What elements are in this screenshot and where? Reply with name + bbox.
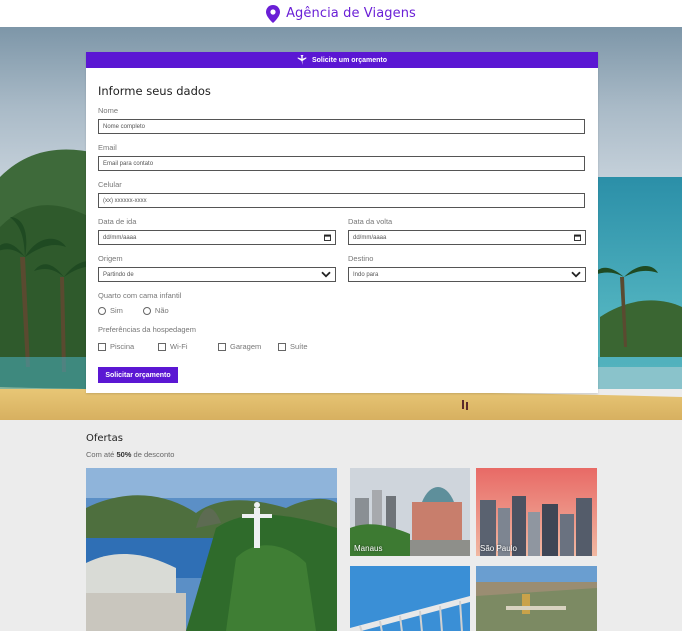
destination-select[interactable]: Indo para <box>348 267 586 282</box>
offer-tile-sao-paulo[interactable]: São Paulo <box>476 468 597 556</box>
quote-form-card: Solicite um orçamento Informe seus dados… <box>86 52 598 393</box>
pref-checkbox-pool[interactable]: Piscina <box>98 342 158 351</box>
radio-circle[interactable] <box>98 306 106 315</box>
crib-radio-group: Sim Não <box>98 306 586 315</box>
radio-label-yes: Sim <box>110 306 123 315</box>
depart-date-value: dd/mm/aaaa <box>103 234 137 241</box>
email-placeholder: Email para contato <box>103 160 154 167</box>
destination-select-value: Indo para <box>353 271 379 278</box>
request-quote-button[interactable]: Solicitar orçamento <box>98 367 178 383</box>
name-field-group: Nome Nome completo <box>98 106 586 134</box>
calendar-icon[interactable] <box>324 234 331 241</box>
offers-discount: 50% <box>116 450 132 459</box>
site-header: Agência de Viagens <box>0 0 682 27</box>
depart-date-group: Data de ida dd/mm/aaaa <box>98 217 336 245</box>
prefs-label: Preferências da hospedagem <box>98 325 196 334</box>
site-brand[interactable]: Agência de Viagens <box>286 6 416 21</box>
phone-input[interactable]: (xx) xxxxxx-xxxx <box>98 193 585 208</box>
depart-date-input[interactable]: dd/mm/aaaa <box>98 230 336 245</box>
offer-image-bridge <box>350 566 470 631</box>
radio-label-no: Não <box>154 306 169 315</box>
offer-tile-bridge[interactable] <box>350 566 470 631</box>
checkbox[interactable] <box>158 342 166 351</box>
offer-tile-manaus[interactable]: Manaus <box>350 468 470 556</box>
prefs-checkbox-group: Piscina Wi-Fi Garagem Suíte <box>98 342 586 351</box>
offers-subtitle-suffix: de desconto <box>131 450 175 459</box>
origin-select-value: Partindo de <box>103 271 134 278</box>
form-title: Informe seus dados <box>98 84 211 98</box>
offer-tile-rio[interactable] <box>86 468 337 631</box>
offer-tile-city[interactable] <box>476 566 597 631</box>
pref-label-garage: Garagem <box>230 342 262 351</box>
quote-form-banner-text: Solicite um orçamento <box>311 56 388 64</box>
chevron-down-icon <box>321 271 331 278</box>
phone-field-group: Celular (xx) xxxxxx-xxxx <box>98 180 586 208</box>
email-field-group: Email Email para contato <box>98 143 586 171</box>
checkbox[interactable] <box>278 342 286 351</box>
chevron-down-icon <box>571 271 581 278</box>
name-input[interactable]: Nome completo <box>98 119 585 134</box>
offers-subtitle-prefix: Com até <box>86 450 117 459</box>
checkbox[interactable] <box>98 342 106 351</box>
email-input[interactable]: Email para contato <box>98 156 585 171</box>
offer-image-manaus <box>350 468 470 556</box>
checkbox[interactable] <box>218 342 226 351</box>
offer-caption: São Paulo <box>480 544 517 553</box>
pref-label-suite: Suíte <box>290 342 308 351</box>
offers-section: Ofertas Com até 50% de desconto <box>86 433 174 459</box>
phone-placeholder: (xx) xxxxxx-xxxx <box>103 197 147 204</box>
offers-subtitle: Com até 50% de desconto <box>86 450 174 459</box>
offer-caption: Manaus <box>354 544 383 553</box>
pref-checkbox-wifi[interactable]: Wi-Fi <box>158 342 218 351</box>
crib-radio-yes[interactable]: Sim <box>98 306 123 315</box>
dates-row: Data de ida dd/mm/aaaa Data da volta dd/… <box>98 217 586 245</box>
destination-group: Destino Indo para <box>348 254 586 282</box>
origin-group: Origem Partindo de <box>98 254 336 282</box>
return-date-value: dd/mm/aaaa <box>353 234 387 241</box>
pref-label-pool: Piscina <box>110 342 135 351</box>
name-label: Nome <box>98 106 119 115</box>
destination-label: Destino <box>348 254 374 263</box>
map-pin-icon <box>266 4 281 23</box>
quote-form-banner: Solicite um orçamento <box>86 52 598 68</box>
return-date-input[interactable]: dd/mm/aaaa <box>348 230 586 245</box>
pref-checkbox-suite[interactable]: Suíte <box>278 342 338 351</box>
return-date-label: Data da volta <box>348 217 393 226</box>
offers-title: Ofertas <box>86 433 123 444</box>
depart-date-label: Data de ida <box>98 217 137 226</box>
origin-label: Origem <box>98 254 123 263</box>
name-placeholder: Nome completo <box>103 123 146 130</box>
airplane-icon <box>297 55 307 65</box>
phone-label: Celular <box>98 180 122 189</box>
calendar-icon[interactable] <box>574 234 581 241</box>
offer-image-rio <box>86 468 337 631</box>
radio-circle[interactable] <box>142 306 151 315</box>
crib-radio-no[interactable]: Não <box>142 306 169 315</box>
email-label: Email <box>98 143 117 152</box>
offer-image-city <box>476 566 597 631</box>
pref-label-wifi: Wi-Fi <box>170 342 188 351</box>
offer-image-sao-paulo <box>476 468 597 556</box>
pref-checkbox-garage[interactable]: Garagem <box>218 342 278 351</box>
route-row: Origem Partindo de Destino Indo para <box>98 254 586 282</box>
return-date-group: Data da volta dd/mm/aaaa <box>348 217 586 245</box>
crib-label: Quarto com cama infantil <box>98 291 182 300</box>
origin-select[interactable]: Partindo de <box>98 267 336 282</box>
